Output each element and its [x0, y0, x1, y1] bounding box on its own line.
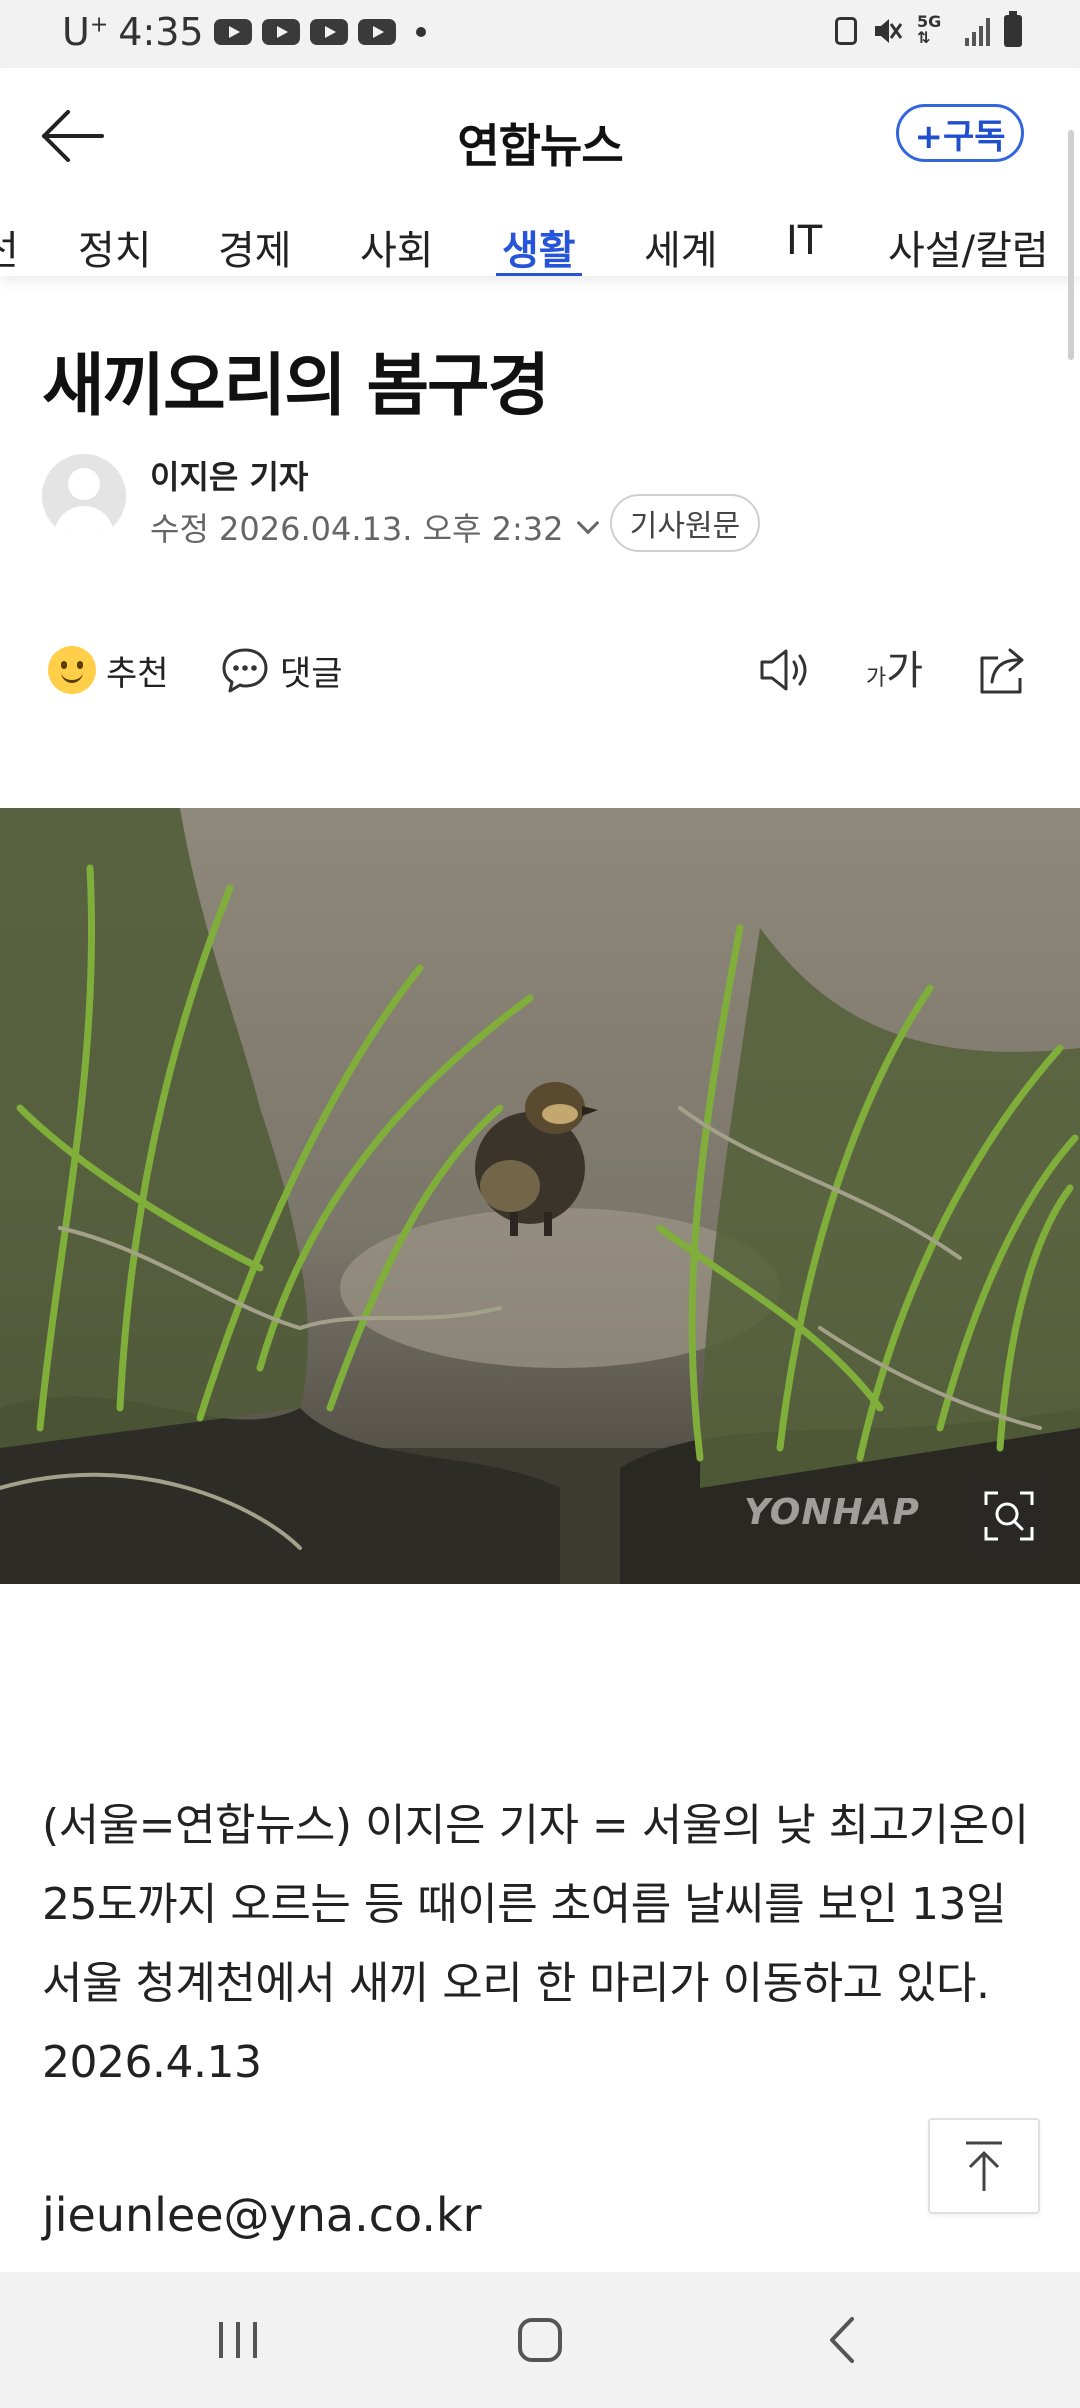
mute-icon [875, 19, 903, 43]
home-icon [518, 2318, 562, 2362]
recommend-button[interactable]: 추천 [48, 636, 169, 704]
youtube-notification-icon [309, 19, 348, 45]
tab-society[interactable]: 사회 [360, 218, 434, 276]
carrier-label: U+ [62, 10, 109, 54]
youtube-notification-icon [261, 19, 300, 45]
tab-politics[interactable]: 정치 [78, 218, 152, 276]
subscribe-button[interactable]: +구독 [896, 104, 1024, 162]
tab-life[interactable]: 생활 [496, 218, 582, 276]
status-left: U+ 4:35 [62, 10, 426, 54]
author-avatar[interactable] [42, 454, 126, 538]
category-tabs: 선 정치 경제 사회 생활 세계 IT 사설/칼럼 [0, 218, 1080, 276]
article-headline: 새끼오리의 봄구경 [42, 347, 550, 426]
recent-apps-button[interactable] [188, 2300, 288, 2380]
clock: 4:35 [118, 10, 204, 54]
arrow-up-icon [966, 2141, 1002, 2191]
signal-strength-icon [965, 16, 990, 46]
youtube-notification-icon [357, 19, 396, 45]
zoom-icon [984, 1491, 1034, 1541]
reporter-email[interactable]: jieunlee@yna.co.kr [42, 2188, 482, 2242]
text-to-speech-button[interactable] [752, 636, 816, 704]
author-name[interactable]: 이지은 기자 [150, 452, 308, 498]
article-photo[interactable] [0, 808, 1080, 1584]
more-notifications-dot-icon [415, 27, 426, 37]
smiley-icon [48, 646, 96, 694]
home-button[interactable] [490, 2300, 590, 2380]
photo-watermark: YONHAP [744, 1492, 920, 1533]
scrollbar[interactable] [1068, 130, 1074, 360]
speaker-icon [760, 649, 807, 691]
recent-apps-icon [219, 2322, 257, 2358]
original-article-button[interactable]: 기사원문 [610, 494, 760, 552]
chevron-down-icon [576, 511, 599, 535]
back-chevron-icon [830, 2317, 854, 2363]
system-nav-bar [0, 2272, 1080, 2408]
comment-bubble-icon [222, 648, 268, 693]
tab-economy[interactable]: 경제 [218, 218, 292, 276]
tab-world[interactable]: 세계 [644, 218, 718, 276]
app-header: 연합뉴스 +구독 선 정치 경제 사회 생활 세계 IT 사설/칼럼 [0, 68, 1080, 276]
scroll-to-top-button[interactable] [928, 2118, 1040, 2214]
comment-button[interactable]: 댓글 [220, 636, 343, 704]
nfc-icon [835, 17, 857, 45]
article-action-row: 추천 댓글 가 가 [0, 636, 1080, 706]
status-bar: U+ 4:35 5G ⇅ [0, 0, 1080, 68]
font-size-button[interactable]: 가 가 [866, 636, 923, 704]
battery-icon [1004, 11, 1022, 47]
tab-prev[interactable]: 선 [0, 218, 19, 276]
share-button[interactable] [972, 636, 1036, 704]
network-type-icon: 5G ⇅ [917, 12, 942, 47]
youtube-notification-icon [213, 19, 252, 45]
tab-it[interactable]: IT [786, 218, 822, 276]
back-nav-button[interactable] [792, 2300, 892, 2380]
photo-zoom-button[interactable] [968, 1476, 1050, 1556]
article-body: (서울=연합뉴스) 이지은 기자 = 서울의 낮 최고기온이 25도까지 오르는… [42, 1800, 1029, 2088]
tab-editorial[interactable]: 사설/칼럼 [888, 218, 1049, 276]
duckling-photo-image [0, 808, 1080, 1584]
status-right: 5G ⇅ [835, 11, 1022, 48]
share-icon [980, 648, 1024, 694]
modified-date[interactable]: 수정 2026.04.13. 오후 2:32 [150, 504, 599, 550]
